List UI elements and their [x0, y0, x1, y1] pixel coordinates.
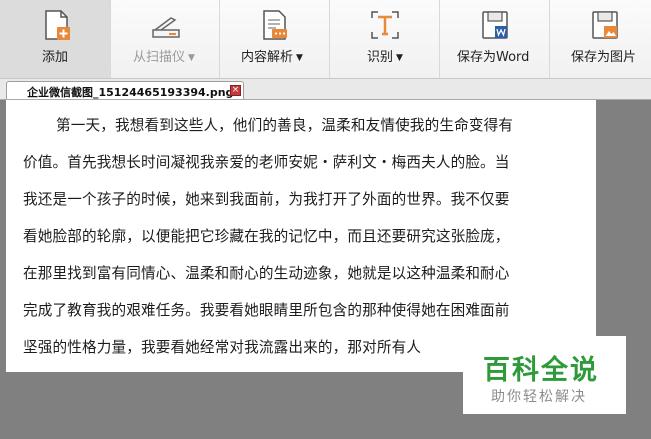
text-line: 价值。首先我想长时间凝视我亲爱的老师安妮・萨利文・梅西夫人的脸。当 — [23, 154, 510, 171]
content-parse-label: 内容解析 ▼ — [241, 50, 303, 65]
save-image-label: 保存为图片 — [571, 50, 637, 65]
content-parse-icon — [263, 10, 287, 40]
main-toolbar: 添加 从扫描仪 ▼ 内容解析 ▼ 识别 ▼ 保存为Word 保存为图片 — [0, 0, 651, 79]
document-tab-strip: 企业微信截图_15124465193394.png × — [0, 79, 651, 100]
text-line: 坚强的性格力量，我要看她经常对我流露出来的，那对所有人 — [23, 339, 422, 356]
add-label: 添加 — [42, 50, 69, 65]
recognize-button[interactable]: 识别 ▼ — [330, 0, 440, 78]
document-tab-title: 企业微信截图_15124465193394.png — [27, 86, 234, 99]
text-line: 看她脸部的轮廓，以便能把它珍藏在我的记忆中，而且还要研究这张脸庞， — [23, 228, 510, 245]
save-image-button[interactable]: 保存为图片 — [550, 0, 651, 78]
scanner-label: 从扫描仪 ▼ — [133, 50, 195, 65]
watermark-subtitle: 助你轻松解决 — [491, 389, 587, 405]
text-line: 第一天，我想看到这些人，他们的善良，温柔和友情使我的生命变得有 — [56, 117, 514, 134]
close-icon[interactable]: × — [230, 85, 241, 96]
add-button[interactable]: 添加 — [0, 0, 111, 78]
chevron-down-icon: ▼ — [296, 53, 303, 63]
add-document-icon — [45, 10, 70, 40]
scanner-icon — [152, 17, 180, 38]
watermark-logo: 百科全说 助你轻松解决 — [463, 336, 626, 414]
scanner-button[interactable]: 从扫描仪 ▼ — [111, 0, 220, 78]
text-line: 在那里找到富有同情心、温柔和耐心的生动迹象，她就是以这种温柔和耐心 — [23, 265, 510, 282]
recognize-label: 识别 ▼ — [367, 50, 403, 65]
save-word-icon — [482, 11, 508, 39]
chevron-down-icon: ▼ — [188, 53, 195, 63]
content-parse-button[interactable]: 内容解析 ▼ — [220, 0, 330, 78]
save-word-button[interactable]: 保存为Word — [440, 0, 550, 78]
save-image-icon — [592, 11, 618, 39]
document-tab[interactable]: 企业微信截图_15124465193394.png × — [6, 81, 244, 99]
text-line: 完成了教育我的艰难任务。我要看她眼睛里所包含的那种使得她在困难面前 — [23, 302, 510, 319]
document-page: 第一天，我想看到这些人，他们的善良，温柔和友情使我的生命变得有 价值。首先我想长… — [6, 100, 596, 372]
text-recognize-icon — [371, 11, 399, 39]
watermark-title: 百科全说 — [483, 355, 599, 386]
text-line: 我还是一个孩子的时候，她来到我面前，为我打开了外面的世界。我不仅要 — [23, 191, 510, 208]
chevron-down-icon: ▼ — [396, 53, 403, 63]
save-word-label: 保存为Word — [457, 50, 530, 65]
